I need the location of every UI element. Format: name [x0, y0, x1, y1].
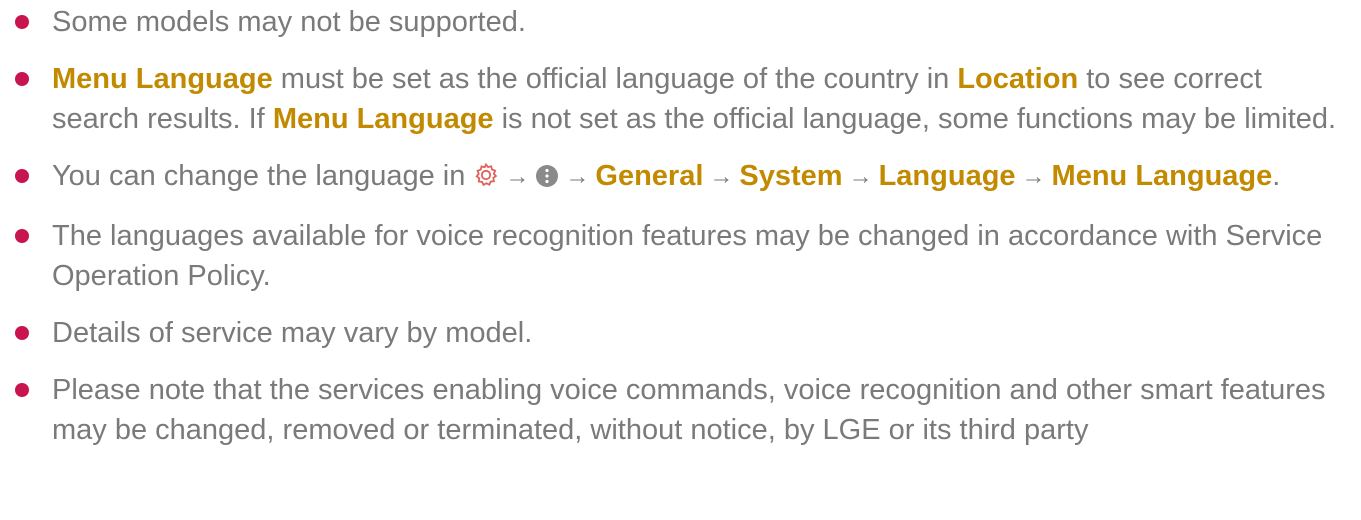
- menu-path-label: Language: [878, 160, 1016, 192]
- note-text: Some models may not be supported.: [52, 6, 526, 38]
- settings-icon: [473, 159, 499, 199]
- arrow-right-icon: →: [1021, 163, 1046, 190]
- notes-list: Some models may not be supported. Menu La…: [0, 0, 1361, 467]
- note-text: You can change the language in: [52, 160, 474, 192]
- note-text: Please note that the services enabling v…: [52, 374, 1326, 446]
- bullet-dot: [15, 72, 29, 86]
- arrow-right-icon: →: [565, 163, 590, 190]
- arrow-right-icon: →: [505, 163, 530, 190]
- arrow-right-icon: →: [848, 163, 873, 190]
- bullet-dot: [15, 229, 29, 243]
- menu-path-label: Location: [957, 63, 1079, 95]
- arrow-right-icon: →: [709, 163, 734, 190]
- note-item: Please note that the services enabling v…: [0, 370, 1361, 450]
- menu-path-label: Menu Language: [52, 63, 273, 95]
- note-text: .: [1272, 160, 1281, 192]
- note-text: must be set as the official language of …: [272, 63, 958, 95]
- note-text: is not set as the official language, som…: [493, 103, 1337, 135]
- note-item: The languages available for voice recogn…: [0, 216, 1361, 296]
- menu-path-label: General: [595, 160, 704, 192]
- bullet-dot: [15, 326, 29, 340]
- bullet-dot: [15, 169, 29, 183]
- note-item: Details of service may vary by model.: [0, 313, 1361, 353]
- bullet-dot: [15, 15, 29, 29]
- menu-path-label: System: [739, 160, 843, 192]
- more-options-icon: [535, 159, 559, 199]
- note-item: Menu Language must be set as the officia…: [0, 59, 1361, 139]
- note-item: Some models may not be supported.: [0, 2, 1361, 42]
- note-text: Details of service may vary by model.: [52, 317, 533, 349]
- bullet-dot: [15, 383, 29, 397]
- note-item: You can change the language in → → General…: [0, 156, 1361, 199]
- menu-path-label: Menu Language: [1051, 160, 1273, 192]
- menu-path-label: Menu Language: [272, 103, 494, 135]
- note-text: The languages available for voice recogn…: [52, 220, 1323, 292]
